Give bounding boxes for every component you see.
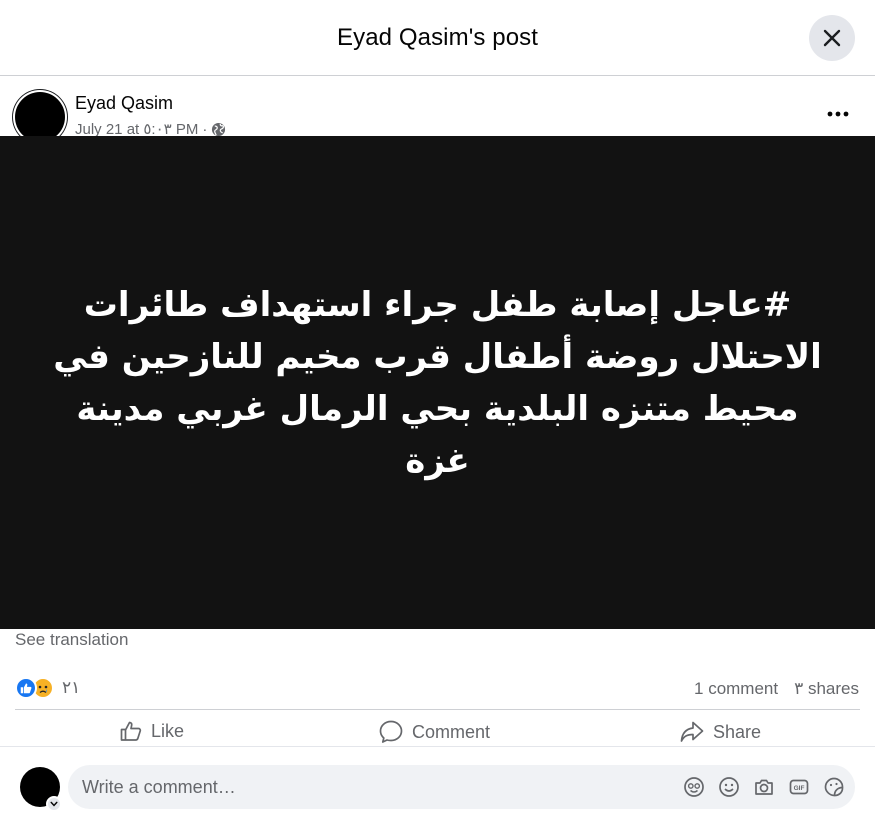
sticker-button[interactable] [823, 776, 845, 798]
comment-icon [379, 720, 403, 743]
share-label: Share [713, 721, 762, 742]
gif-button[interactable]: GIF [788, 776, 810, 798]
comment-button[interactable]: Comment [378, 719, 490, 745]
engagement-counts: 1 comment ٣ shares [694, 679, 859, 699]
sticker-icon [824, 777, 844, 797]
like-reaction-icon [15, 677, 37, 699]
see-translation-link[interactable]: See translation [15, 630, 128, 650]
gif-icon: GIF [789, 779, 809, 795]
comment-label: Comment [412, 721, 491, 742]
comment-tools: GIF [683, 776, 845, 798]
more-dots-icon [827, 111, 849, 117]
like-icon [120, 721, 142, 741]
camera-icon [755, 779, 773, 795]
like-button[interactable]: Like [119, 719, 184, 743]
comment-input-wrapper: GIF [68, 765, 855, 809]
chevron-down-icon [50, 801, 58, 807]
post-actions: Like Comment Share [15, 709, 860, 747]
post-dialog-header: Eyad Qasim's post [0, 0, 875, 76]
profile-switch-badge[interactable] [46, 796, 62, 812]
close-icon [823, 29, 841, 47]
close-button[interactable] [809, 15, 855, 61]
avatar-sticker-button[interactable] [683, 776, 705, 798]
comment-composer: GIF [0, 746, 875, 832]
post-image-text: #عاجل إصابة طفل جراء استهداف طائرات الاح… [53, 284, 822, 481]
share-icon [680, 721, 704, 742]
reaction-count[interactable]: ٢١ [62, 678, 80, 698]
dialog-title: Eyad Qasim's post [336, 24, 539, 51]
more-options-button[interactable] [822, 98, 854, 130]
like-label: Like [151, 720, 185, 741]
share-button[interactable]: Share [679, 719, 761, 745]
author-avatar[interactable] [15, 92, 65, 142]
svg-text:GIF: GIF [794, 785, 805, 792]
camera-button[interactable] [753, 776, 775, 798]
author-name[interactable]: Eyad Qasim [75, 93, 173, 114]
post-author-row: Eyad Qasim July 21 at ٥:٠٣ PM · [0, 76, 875, 142]
post-image[interactable]: #عاجل إصابة طفل جراء استهداف طائرات الاح… [0, 136, 875, 629]
meta-separator: · [202, 120, 208, 138]
globe-icon[interactable] [211, 122, 226, 137]
comment-input[interactable] [82, 765, 642, 809]
comment-count[interactable]: 1 comment [694, 679, 778, 699]
avatar-sticker-icon [684, 777, 704, 797]
emoji-icon [719, 777, 739, 797]
reactions-summary[interactable]: ٢١ [15, 676, 80, 700]
share-count[interactable]: ٣ shares [794, 679, 859, 699]
emoji-button[interactable] [718, 776, 740, 798]
